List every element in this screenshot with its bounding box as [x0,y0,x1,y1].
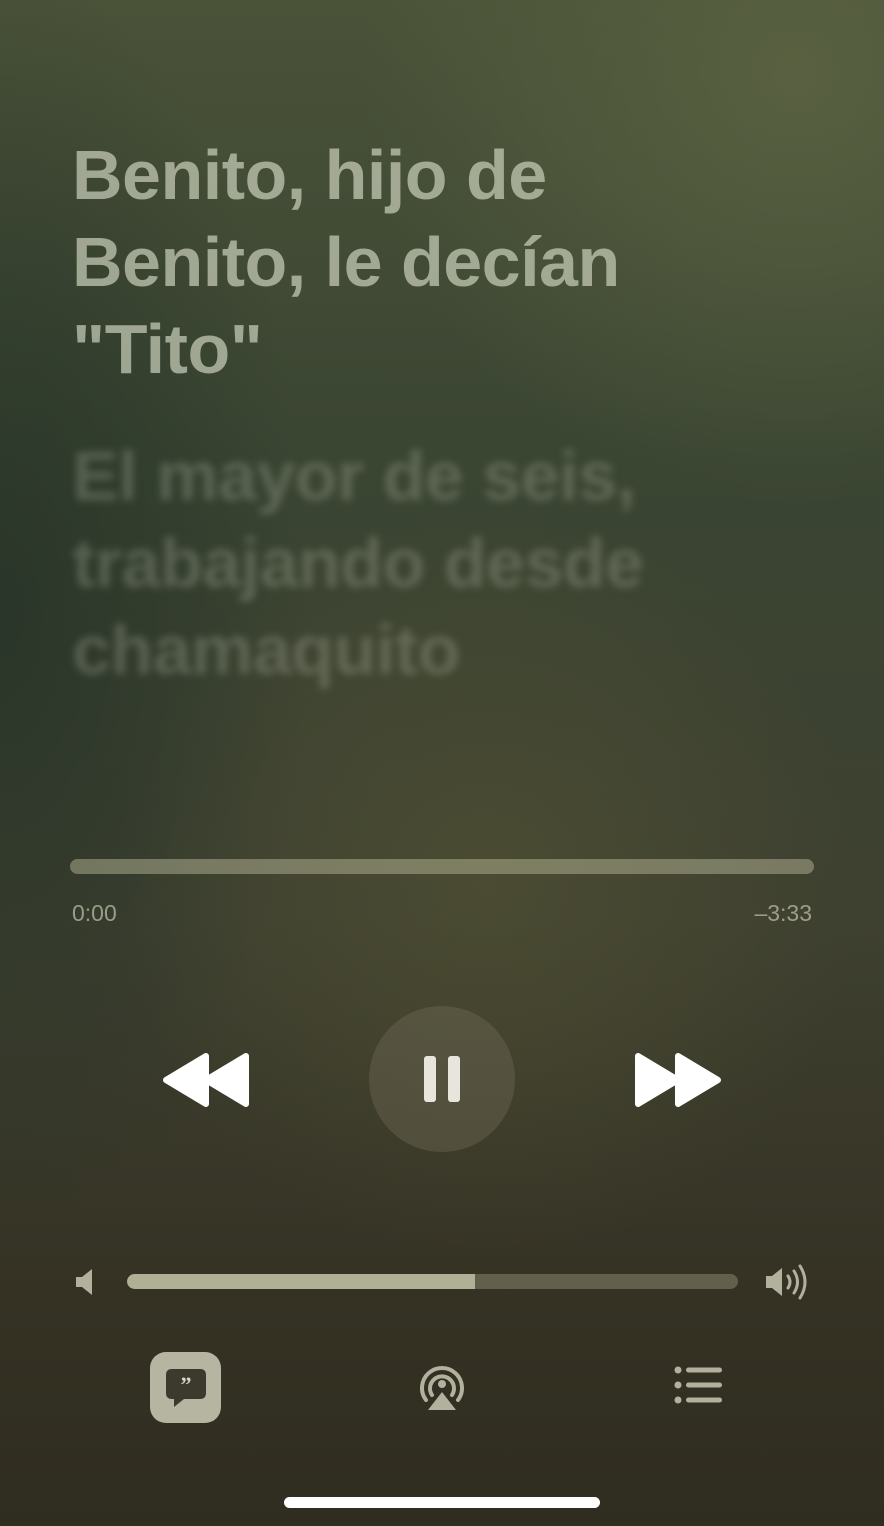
queue-list-icon[interactable] [674,1366,724,1404]
playback-scrubber[interactable] [70,859,814,874]
lyric-text: Benito, le decían [72,223,620,301]
pause-icon [424,1056,460,1102]
lyrics-button[interactable]: ” [150,1352,221,1423]
home-indicator[interactable] [284,1497,600,1508]
lyrics-quote-icon: ” [165,1368,206,1407]
svg-text:”: ” [180,1372,191,1397]
pause-button[interactable] [369,1006,515,1152]
lyric-text: "Tito" [72,310,263,388]
volume-low-icon [76,1269,92,1295]
remaining-time: –3:33 [754,900,812,926]
elapsed-time: 0:00 [72,900,117,926]
lyric-text: trabajando desde [72,524,644,602]
lyric-text: Benito, hijo de [72,136,547,214]
lyric-line-next[interactable]: El mayor de seis, trabajando desde chama… [72,433,772,694]
lyrics-view[interactable]: Benito, hijo de Benito, le decían "Tito"… [72,132,772,694]
lyric-line-current[interactable]: Benito, hijo de Benito, le decían "Tito" [72,132,772,393]
rewind-button[interactable] [160,1050,255,1110]
volume-slider-fill [127,1274,476,1289]
lyric-text: chamaquito [72,611,460,689]
fast-forward-button[interactable] [630,1050,725,1110]
volume-slider[interactable] [127,1274,738,1289]
volume-high-icon [766,1264,807,1300]
fast-forward-icon [635,1053,721,1107]
airplay-icon[interactable] [416,1362,468,1412]
lyric-text: El mayor de seis, [72,437,636,515]
rewind-icon [163,1053,249,1107]
